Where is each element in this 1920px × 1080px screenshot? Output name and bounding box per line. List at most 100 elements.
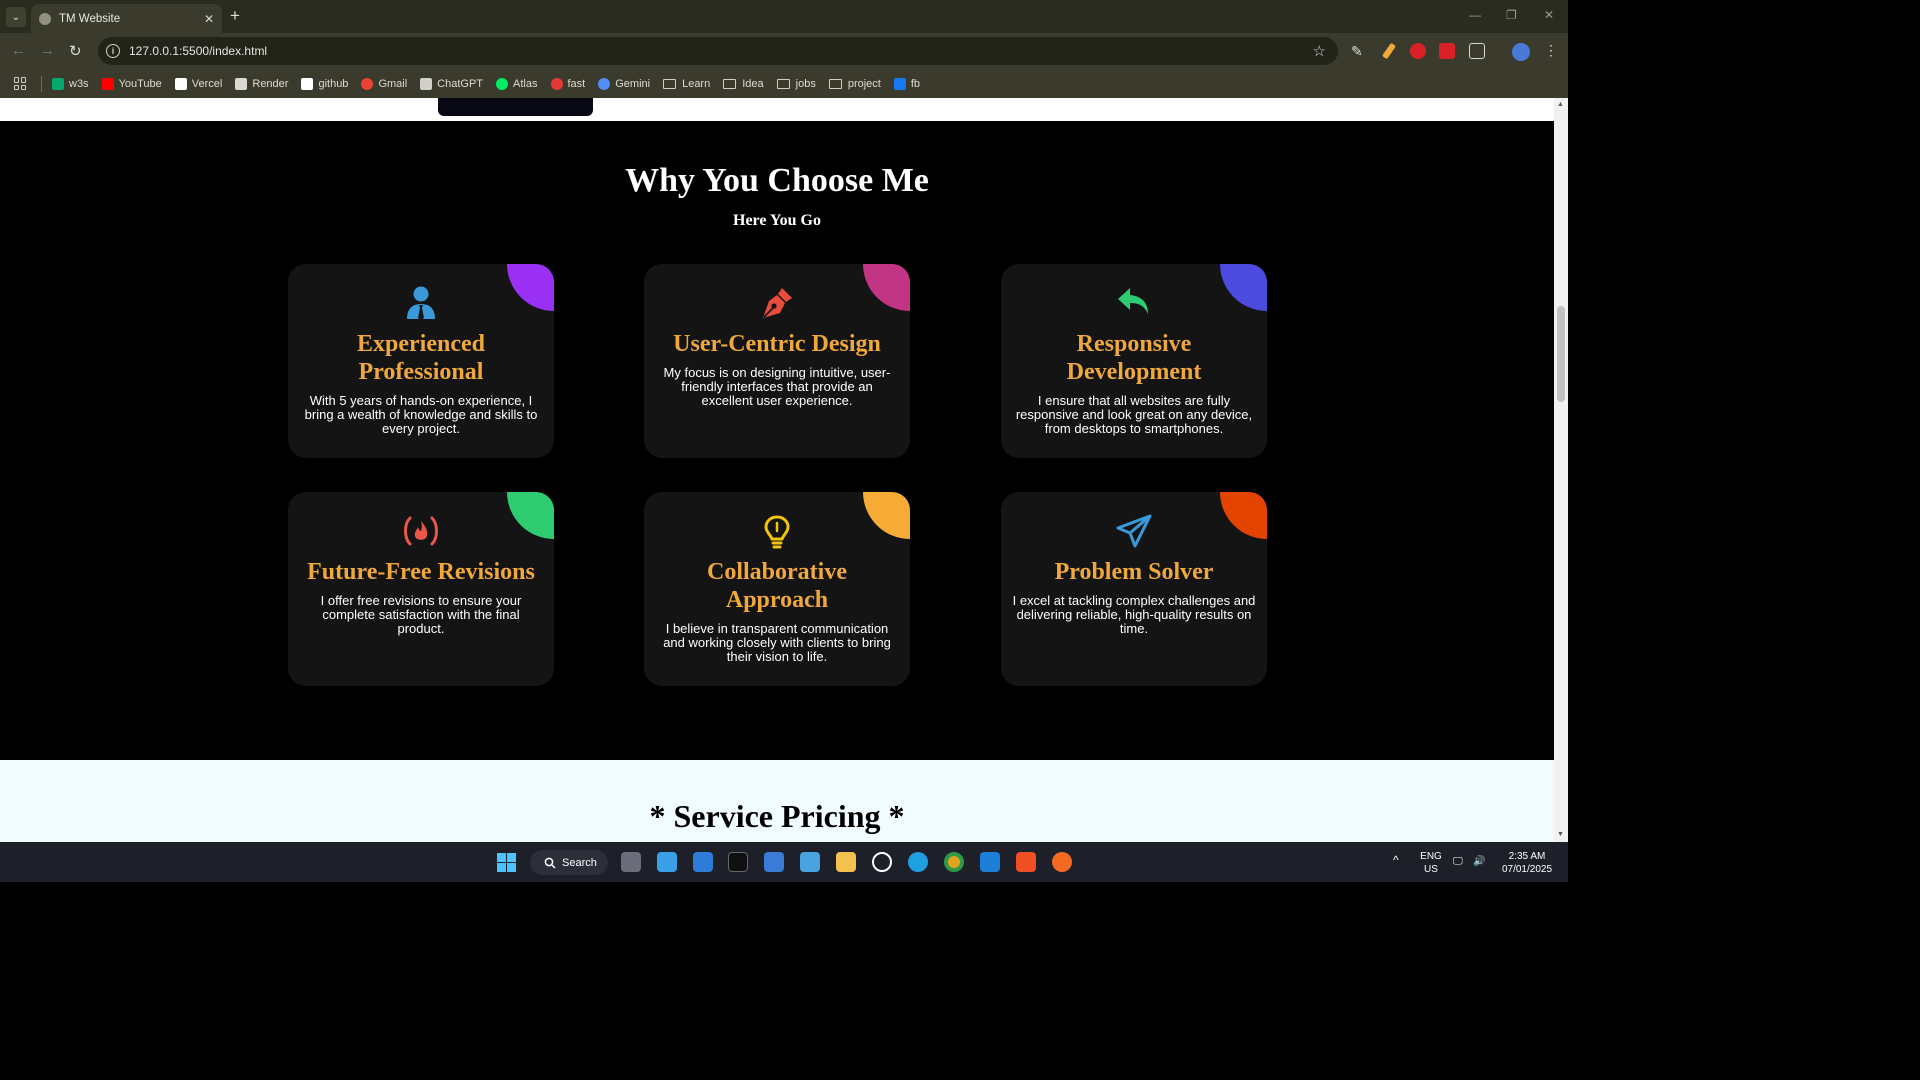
- tray-overflow-icon[interactable]: ^: [1393, 854, 1399, 867]
- profile-image-bottom: [438, 98, 593, 116]
- task-view-icon[interactable]: [621, 852, 641, 872]
- menu-kebab-icon[interactable]: ⋮: [1544, 42, 1558, 59]
- w3s-icon: [52, 77, 64, 90]
- lightbulb-icon: [644, 514, 910, 550]
- chrome-icon[interactable]: [944, 852, 964, 872]
- apps-grid-icon[interactable]: [14, 77, 27, 90]
- bookmark-github[interactable]: github: [301, 77, 348, 90]
- bookmark-label: Gmail: [378, 77, 408, 90]
- chatgpt-app-icon[interactable]: [872, 852, 892, 872]
- clock[interactable]: 2:35 AM 07/01/2025: [1496, 850, 1558, 876]
- bookmark-learn[interactable]: Learn: [663, 78, 710, 90]
- scroll-down-arrow[interactable]: ▼: [1557, 831, 1564, 838]
- card-description: With 5 years of hands-on experience, I b…: [304, 393, 538, 436]
- bookmark-label: fb: [910, 77, 921, 90]
- windows-start-icon[interactable]: [497, 853, 516, 872]
- profile-avatar[interactable]: [1512, 43, 1530, 61]
- section-subtitle: Here You Go: [733, 212, 821, 229]
- minimize-icon[interactable]: —: [1469, 8, 1481, 22]
- back-icon[interactable]: ←: [11, 42, 26, 59]
- bookmark-chatgpt[interactable]: ChatGPT: [420, 77, 484, 90]
- bookmark-label: jobs: [795, 77, 816, 90]
- bookmark-project[interactable]: project: [828, 77, 881, 90]
- bookmark-fast[interactable]: fast: [550, 77, 585, 90]
- bookmark-star-icon[interactable]: ☆: [1313, 42, 1326, 60]
- language-indicator[interactable]: ENG US: [1416, 850, 1446, 876]
- bookmark-idea[interactable]: Idea: [723, 77, 764, 90]
- url-text[interactable]: 127.0.0.1:5500/index.html: [129, 44, 1313, 58]
- bookmark-label: Idea: [742, 77, 764, 90]
- postman-icon[interactable]: [1052, 852, 1072, 872]
- clock-time: 2:35 AM: [1508, 851, 1546, 862]
- active-tab[interactable]: TM Website ✕: [31, 4, 222, 33]
- card-experienced-professional: Experienced Professional With 5 years of…: [288, 264, 554, 458]
- card-title: Collaborative Approach: [707, 559, 847, 613]
- card-description: I excel at tackling complex challenges a…: [1012, 593, 1256, 636]
- extensions-puzzle-icon[interactable]: [1469, 43, 1485, 59]
- folder-icon: [663, 78, 677, 89]
- reload-icon[interactable]: ↻: [69, 42, 82, 60]
- bookmark-jobs[interactable]: jobs: [776, 77, 816, 90]
- facebook-icon: [893, 77, 906, 90]
- bookmark-label: project: [847, 77, 881, 90]
- new-tab-button[interactable]: +: [230, 7, 240, 25]
- network-icon[interactable]: 🖵: [1453, 855, 1463, 868]
- bookmark-gemini[interactable]: Gemini: [598, 77, 650, 90]
- edge-icon[interactable]: [908, 852, 928, 872]
- bookmark-gmail[interactable]: Gmail: [361, 77, 408, 90]
- search-icon: [544, 857, 556, 869]
- bookmark-w3s[interactable]: w3s: [52, 77, 89, 90]
- folder-icon: [776, 78, 790, 89]
- card-description: I believe in transparent communication a…: [663, 621, 891, 664]
- bookmark-label: YouTube: [118, 77, 162, 90]
- bookmark-atlas[interactable]: Atlas: [496, 77, 538, 90]
- bookmarks-bar: w3s YouTube Vercel Render github Gmail ChatGPT…: [0, 69, 1568, 98]
- close-tab-icon[interactable]: ✕: [204, 12, 214, 26]
- restore-icon[interactable]: ❐: [1506, 8, 1517, 22]
- bookmark-fb[interactable]: fb: [893, 77, 921, 90]
- scroll-thumb[interactable]: [1557, 306, 1565, 402]
- scroll-up-arrow[interactable]: ▲: [1557, 101, 1564, 108]
- remote-desktop-icon[interactable]: [800, 852, 820, 872]
- user-tie-icon: [288, 286, 554, 322]
- reply-arrow-icon: [1001, 286, 1267, 322]
- page-scrollbar[interactable]: ▲ ▼: [1554, 98, 1568, 842]
- atlas-icon: [496, 77, 509, 90]
- taskbar-search[interactable]: Search: [530, 850, 608, 875]
- bookmark-youtube[interactable]: YouTube: [101, 77, 162, 90]
- brave-icon[interactable]: [1016, 852, 1036, 872]
- bookmark-label: w3s: [69, 77, 89, 90]
- address-bar[interactable]: i 127.0.0.1:5500/index.html ☆: [98, 37, 1338, 65]
- photos-icon[interactable]: [764, 852, 784, 872]
- close-window-icon[interactable]: ✕: [1544, 8, 1554, 22]
- language-code: ENG: [1420, 851, 1442, 862]
- adblock-icon[interactable]: [1410, 43, 1426, 59]
- volume-icon[interactable]: 🔊: [1473, 855, 1485, 868]
- github-icon: [301, 77, 314, 90]
- globe-icon: [39, 12, 51, 25]
- eyedropper-icon[interactable]: ✎: [1351, 43, 1367, 59]
- previous-section: [0, 98, 1554, 121]
- tab-search-button[interactable]: ⌄: [6, 7, 26, 27]
- file-explorer-icon[interactable]: [836, 852, 856, 872]
- clock-date: 07/01/2025: [1501, 864, 1553, 875]
- bookmark-render[interactable]: Render: [235, 77, 288, 90]
- fast-icon: [550, 77, 563, 90]
- recycle-bin-icon[interactable]: [657, 852, 677, 872]
- card-title: Responsive Development: [1066, 331, 1202, 385]
- card-responsive-development: Responsive Development I ensure that all…: [1001, 264, 1267, 458]
- highlighter-icon[interactable]: [1381, 42, 1397, 60]
- card-description: I ensure that all websites are fully res…: [1015, 393, 1253, 436]
- card-user-centric-design: User-Centric Design My focus is on desig…: [644, 264, 910, 458]
- video-extension-icon[interactable]: [1439, 43, 1455, 59]
- bookmark-label: ChatGPT: [437, 77, 484, 90]
- region-code: US: [1424, 864, 1438, 875]
- site-info-icon[interactable]: i: [106, 44, 120, 58]
- card-description: My focus is on designing intuitive, user…: [663, 365, 891, 408]
- store-icon[interactable]: [693, 852, 713, 872]
- vscode-icon[interactable]: [980, 852, 1000, 872]
- pen-nib-icon: [644, 286, 910, 322]
- terminal-icon[interactable]: [728, 852, 748, 872]
- bookmark-vercel[interactable]: Vercel: [174, 77, 222, 90]
- forward-icon[interactable]: →: [40, 42, 55, 59]
